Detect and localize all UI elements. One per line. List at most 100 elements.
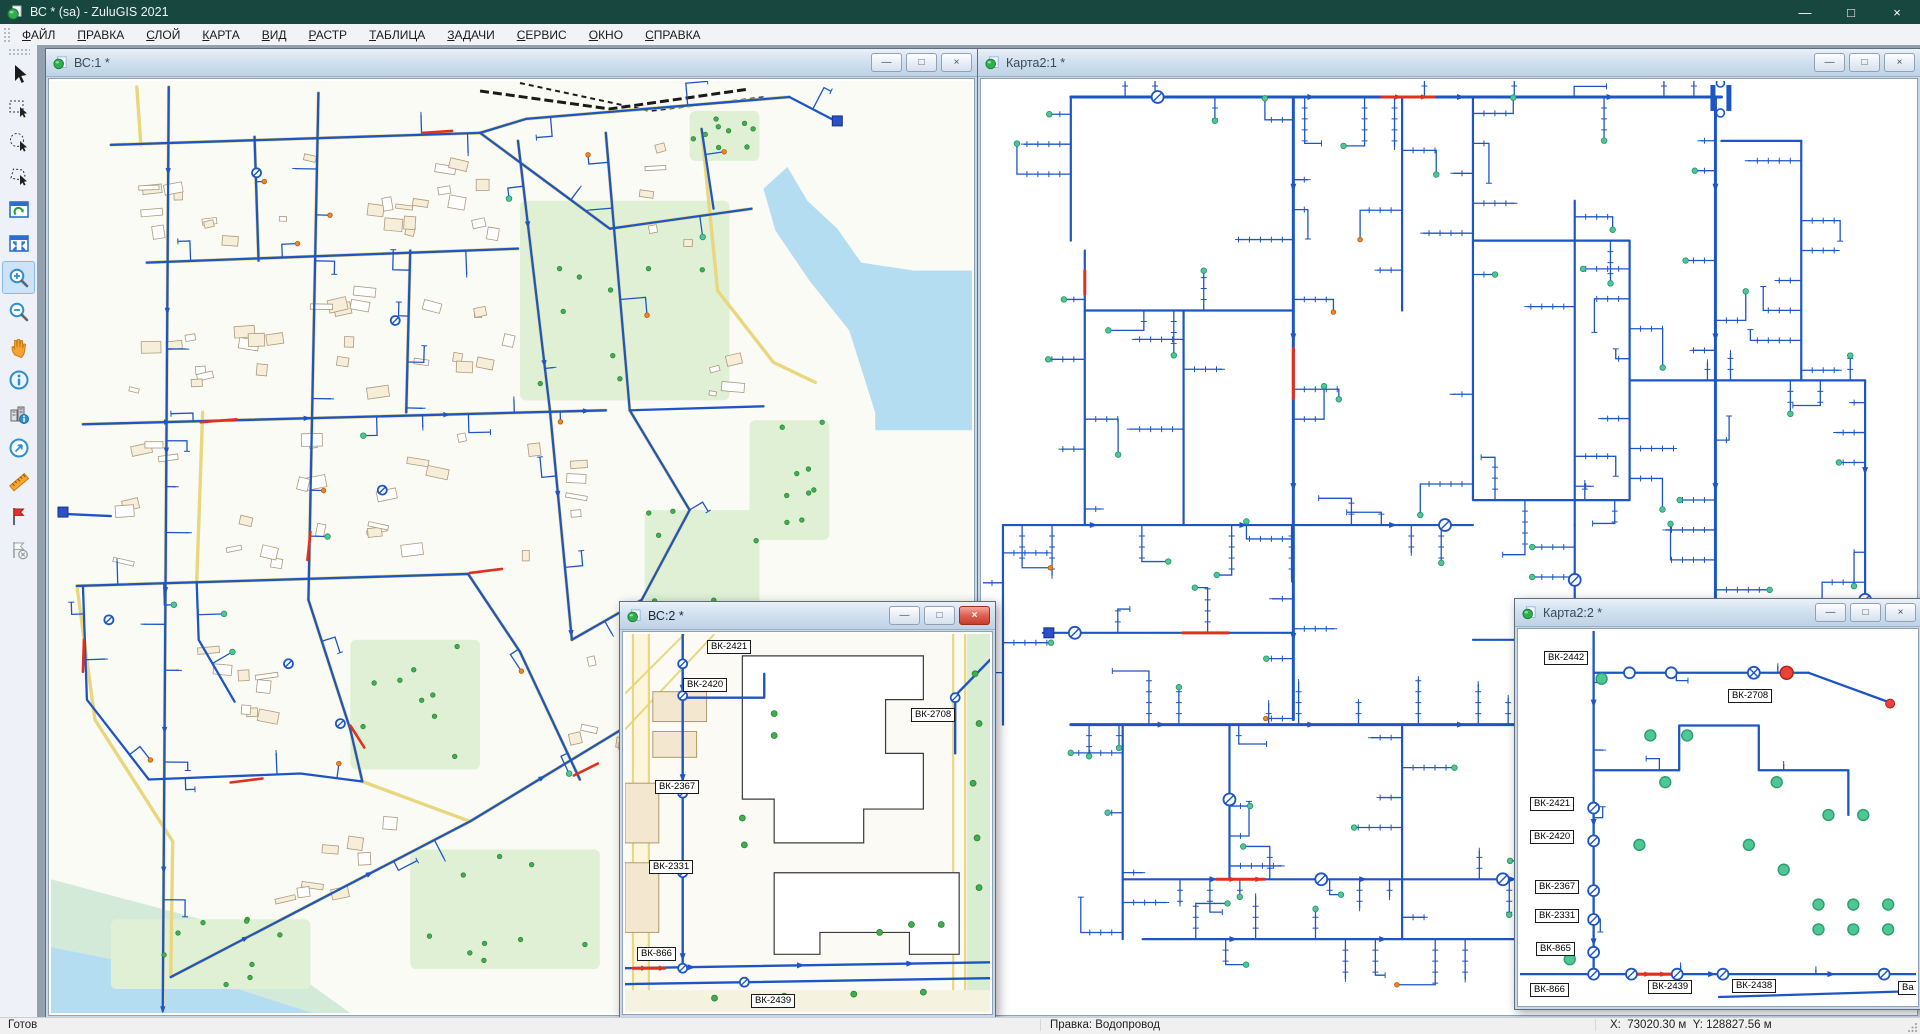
app-title: ВС * (sa) - ZuluGIS 2021 (30, 5, 169, 19)
karta22-close-button[interactable]: × (1885, 603, 1916, 622)
node-label: ВК-2367 (655, 780, 699, 794)
karta21-restore-button[interactable]: □ (1849, 53, 1880, 72)
vs1-minimize-button[interactable]: — (871, 53, 902, 72)
remove-flag-button[interactable] (2, 533, 35, 566)
add-flag-button[interactable] (2, 499, 35, 532)
karta22-titlebar[interactable]: Карта2:2 * — □ × (1515, 599, 1920, 627)
node-label: ВК-2439 (1648, 980, 1692, 994)
fit-extent-button[interactable] (2, 227, 35, 260)
info-icon (7, 368, 31, 392)
karta21-title: Карта2:1 * (1006, 56, 1065, 70)
vs1-titlebar[interactable]: ВС:1 * — □ × (46, 49, 977, 77)
map-window-icon (1522, 606, 1536, 620)
window-vs2[interactable]: ВС:2 * — □ × ВК-2421 ВК-2420 ВК-2708 ВК-… (619, 601, 996, 1018)
vs2-title: ВС:2 * (648, 609, 684, 623)
menu-edit[interactable]: ПРАВКА (66, 25, 135, 45)
measure-button[interactable] (2, 465, 35, 498)
go-to-button[interactable] (2, 431, 35, 464)
zoom-out-icon (7, 300, 31, 324)
menu-help[interactable]: СПРАВКА (634, 25, 712, 45)
select-rectangle-button[interactable] (2, 91, 35, 124)
hand-icon (7, 334, 31, 358)
node-label: ВК-2421 (707, 640, 751, 654)
node-label: ВК-2331 (649, 860, 693, 874)
zoom-in-button[interactable] (2, 261, 35, 294)
node-label: ВК-865 (1536, 942, 1575, 956)
resize-grip[interactable] (1908, 1022, 1918, 1032)
menu-window[interactable]: ОКНО (578, 25, 634, 45)
node-label: ВК-2420 (1530, 830, 1574, 844)
arrow-ne-icon (7, 436, 31, 460)
cursor-icon (7, 62, 31, 86)
status-ready: Готов (8, 1019, 37, 1031)
app-close-button[interactable]: × (1874, 0, 1920, 24)
mdi-area: ВС:1 * — □ × Карта2:1 * — □ × (37, 45, 1920, 1017)
menu-file[interactable]: ФАЙЛ (11, 25, 66, 45)
remove-flag-icon (7, 538, 31, 562)
vs2-map-canvas[interactable]: ВК-2421 ВК-2420 ВК-2708 ВК-2367 ВК-2331 … (625, 634, 990, 1012)
pan-button[interactable] (2, 329, 35, 362)
statusbar: Готов Правка: Водопровод X: 73020.30 м Y… (0, 1017, 1920, 1034)
menu-service[interactable]: СЕРВИС (506, 25, 578, 45)
toolbar-grip[interactable] (8, 48, 30, 55)
vs2-close-button[interactable]: × (959, 606, 990, 625)
menu-tasks[interactable]: ЗАДАЧИ (436, 25, 505, 45)
vs1-restore-button[interactable]: □ (906, 53, 937, 72)
app-minimize-button[interactable]: — (1782, 0, 1828, 24)
circle-select-icon (7, 130, 31, 154)
node-label: ВК-2708 (1728, 689, 1772, 703)
select-circle-button[interactable] (2, 125, 35, 158)
ruler-icon (7, 470, 31, 494)
node-label: ВК-2421 (1530, 797, 1574, 811)
app-restore-button[interactable]: □ (1828, 0, 1874, 24)
node-label: Ва (1898, 981, 1916, 995)
menu-view[interactable]: ВИД (251, 25, 298, 45)
status-coordinates: X: 73020.30 м Y: 128827.56 м (1610, 1019, 1772, 1031)
vs2-minimize-button[interactable]: — (889, 606, 920, 625)
refresh-map-button[interactable] (2, 193, 35, 226)
select-tool-button[interactable] (2, 57, 35, 90)
node-label: ВК-2708 (911, 708, 955, 722)
refresh-icon (7, 198, 31, 222)
vs2-restore-button[interactable]: □ (924, 606, 955, 625)
menu-table[interactable]: ТАБЛИЦА (358, 25, 436, 45)
karta22-map-canvas[interactable]: ВК-2442 ВК-2708 ВК-2421 ВК-2420 ВК-2367 … (1520, 631, 1916, 1004)
vs1-close-button[interactable]: × (941, 53, 972, 72)
node-label: ВК-866 (1530, 983, 1569, 997)
karta22-title: Карта2:2 * (1543, 606, 1602, 620)
karta21-close-button[interactable]: × (1884, 53, 1915, 72)
karta21-titlebar[interactable]: Карта2:1 * — □ × (978, 49, 1920, 77)
window-karta22[interactable]: Карта2:2 * — □ × ВК-2442 ВК-2708 ВК-2421… (1514, 598, 1920, 1010)
menubar: ФАЙЛ ПРАВКА СЛОЙ КАРТА ВИД РАСТР ТАБЛИЦА… (0, 24, 1920, 46)
rectangle-select-icon (7, 96, 31, 120)
map-window-icon (53, 56, 67, 70)
map-window-icon (985, 56, 999, 70)
karta21-minimize-button[interactable]: — (1814, 53, 1845, 72)
info-button[interactable] (2, 363, 35, 396)
map-window-icon (627, 609, 641, 623)
menu-map[interactable]: КАРТА (191, 25, 250, 45)
vs2-titlebar[interactable]: ВС:2 * — □ × (620, 602, 995, 630)
menubar-grip[interactable] (3, 27, 11, 42)
status-edit-mode: Правка: Водопровод (1050, 1019, 1160, 1031)
node-label: ВК-2438 (1732, 979, 1776, 993)
zoom-out-button[interactable] (2, 295, 35, 328)
node-label: ВК-2439 (751, 994, 795, 1008)
menu-layer[interactable]: СЛОЙ (135, 25, 191, 45)
left-toolbar (0, 45, 38, 1017)
karta22-minimize-button[interactable]: — (1815, 603, 1846, 622)
node-label: ВК-2442 (1544, 651, 1588, 665)
node-label: ВК-2331 (1535, 909, 1579, 923)
red-flag-icon (7, 504, 31, 528)
vs1-title: ВС:1 * (74, 56, 110, 70)
app-icon (7, 5, 22, 20)
polygon-select-icon (7, 164, 31, 188)
node-label: ВК-2367 (1535, 880, 1579, 894)
menu-raster[interactable]: РАСТР (298, 25, 359, 45)
node-label: ВК-866 (637, 947, 676, 961)
karta22-restore-button[interactable]: □ (1850, 603, 1881, 622)
app-titlebar[interactable]: ВС * (sa) - ZuluGIS 2021 — □ × (0, 0, 1920, 24)
select-polygon-button[interactable] (2, 159, 35, 192)
object-info-button[interactable] (2, 397, 35, 430)
buildings-info-icon (7, 402, 31, 426)
